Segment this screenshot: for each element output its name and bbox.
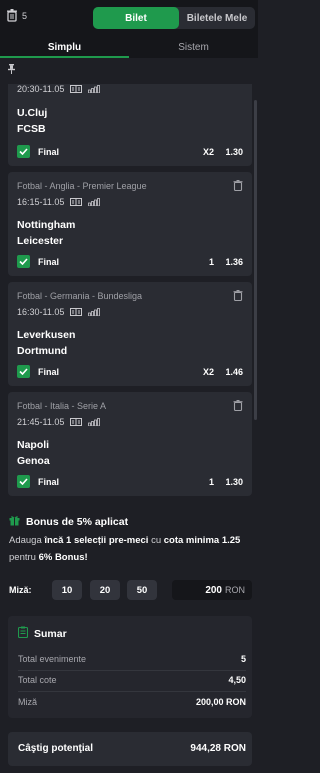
market-label: Final xyxy=(38,367,60,377)
summary-label: Miză xyxy=(18,697,38,707)
bonus-text-6: 6% Bonus! xyxy=(38,552,88,563)
bonus-message: Adauga încă 1 selecții pre-meci cu cota … xyxy=(9,532,254,566)
summary-row-odds: Total cote 4,50 xyxy=(18,675,246,689)
summary-row-events: Total evenimente 5 xyxy=(18,654,246,668)
bonus-text-4: cota minima 1.25 xyxy=(163,535,241,546)
stats-icon xyxy=(88,308,101,316)
bet-type-tabs: Simplu Sistem xyxy=(0,36,258,58)
away-team: FCSB xyxy=(17,123,46,135)
odd-value: 1.30 xyxy=(225,477,243,487)
divider xyxy=(18,691,246,692)
odd-value: 1.30 xyxy=(225,147,243,157)
bonus-title: Bonus de 5% aplicat xyxy=(26,516,129,528)
away-team: Genoa xyxy=(17,455,50,467)
event-time: 16:15-11.05 xyxy=(17,197,101,207)
summary-value: 5 xyxy=(240,654,246,664)
top-bar: 5 Bilet Biletele Mele xyxy=(0,0,258,36)
home-team: U.Cluj xyxy=(17,107,48,119)
away-team: Leicester xyxy=(17,235,64,247)
bet-card: Fotbal - Italia - Serie A 21:45-11.05 Na… xyxy=(8,392,252,496)
stake-chip-20[interactable]: 20 xyxy=(90,580,120,600)
stake-value: 200 xyxy=(205,584,222,596)
market-label: Final xyxy=(38,257,60,267)
event-time: 20:30-11.05 xyxy=(17,84,101,94)
bonus-text-2: încă 1 selecții pre-meci xyxy=(44,535,149,546)
gift-icon xyxy=(9,515,20,529)
stats-icon xyxy=(88,418,101,426)
home-team: Nottingham xyxy=(17,219,76,231)
stake-row: Miză: 10 20 50 200 RON xyxy=(0,578,258,604)
checkbox-icon[interactable] xyxy=(17,255,30,268)
league-name: Fotbal - Anglia - Premier League xyxy=(17,181,147,191)
trash-icon[interactable] xyxy=(233,400,243,414)
tab-bilet[interactable]: Bilet xyxy=(93,7,179,29)
checkbox-icon[interactable] xyxy=(17,475,30,488)
summary-header: Sumar xyxy=(17,626,67,641)
bet-card: Fotbal - Anglia - Premier League 16:15-1… xyxy=(8,172,252,276)
stake-label: Miză: xyxy=(9,585,32,595)
potential-label: Câştig potenţial xyxy=(18,743,94,754)
pick-label: 1 xyxy=(208,477,214,487)
odd-value: 1.46 xyxy=(225,367,243,377)
betslip-switch: Bilet Biletele Mele xyxy=(93,7,255,29)
summary-value: 4,50 xyxy=(228,675,246,685)
away-team: Dortmund xyxy=(17,345,68,357)
bonus-text-5: pentru xyxy=(9,552,39,563)
stats-icon xyxy=(88,85,101,93)
summary-row-stake: Miză 200,00 RON xyxy=(18,697,246,711)
bet-list: 20:30-11.05 U.Cluj FCSB Final X2 1.30 Fo… xyxy=(8,84,252,500)
summary-label: Total evenimente xyxy=(18,654,87,664)
bonus-text-1: Adauga xyxy=(9,535,45,546)
divider xyxy=(18,670,246,671)
pick-label: X2 xyxy=(202,147,214,157)
tab-biletele-mele[interactable]: Biletele Mele xyxy=(179,7,255,29)
stats-icon xyxy=(88,198,101,206)
league-name: Fotbal - Germania - Bundesliga xyxy=(17,291,143,301)
bonus-text-3: cu xyxy=(148,535,164,546)
stake-chip-50[interactable]: 50 xyxy=(127,580,157,600)
tab-simplu[interactable]: Simplu xyxy=(0,36,129,58)
clear-betslip-button[interactable]: 5 xyxy=(6,9,27,22)
market-label: Final xyxy=(38,477,60,487)
stake-chip-10[interactable]: 10 xyxy=(52,580,82,600)
league-name: Fotbal - Italia - Serie A xyxy=(17,401,107,411)
clipboard-icon xyxy=(17,626,29,641)
potential-value: 944,28 RON xyxy=(190,743,246,754)
summary-panel: Sumar Total evenimente 5 Total cote 4,50… xyxy=(8,616,252,718)
potential-win: Câştig potenţial 944,28 RON xyxy=(8,732,252,766)
scoreboard-icon xyxy=(70,85,83,93)
home-team: Napoli xyxy=(17,439,50,451)
stake-currency: RON xyxy=(225,585,245,595)
trash-icon[interactable] xyxy=(233,290,243,304)
checkbox-icon[interactable] xyxy=(17,365,30,378)
scoreboard-icon xyxy=(70,418,83,426)
event-time: 16:30-11.05 xyxy=(17,307,101,317)
trash-icon[interactable] xyxy=(233,180,243,194)
scoreboard-icon xyxy=(70,198,83,206)
home-team: Leverkusen xyxy=(17,329,76,341)
summary-value: 200,00 RON xyxy=(195,697,246,707)
market-label: Final xyxy=(38,147,60,157)
bet-card: Fotbal - Germania - Bundesliga 16:30-11.… xyxy=(8,282,252,386)
bonus-header: Bonus de 5% aplicat xyxy=(9,515,128,529)
selection-count: 5 xyxy=(22,10,28,21)
event-time: 21:45-11.05 xyxy=(17,417,101,427)
scrollbar[interactable] xyxy=(254,100,257,420)
odd-value: 1.36 xyxy=(225,257,243,267)
stake-input[interactable]: 200 RON xyxy=(172,580,252,600)
pick-label: X2 xyxy=(202,367,214,377)
summary-label: Total cote xyxy=(18,675,57,685)
checkbox-icon[interactable] xyxy=(17,145,30,158)
trash-icon xyxy=(6,9,18,22)
summary-title: Sumar xyxy=(34,627,67,640)
pin-icon[interactable] xyxy=(7,64,16,77)
bet-card: 20:30-11.05 U.Cluj FCSB Final X2 1.30 xyxy=(8,84,252,166)
tab-sistem[interactable]: Sistem xyxy=(129,36,258,58)
active-tab-indicator xyxy=(0,56,129,58)
scoreboard-icon xyxy=(70,308,83,316)
pick-label: 1 xyxy=(208,257,214,267)
